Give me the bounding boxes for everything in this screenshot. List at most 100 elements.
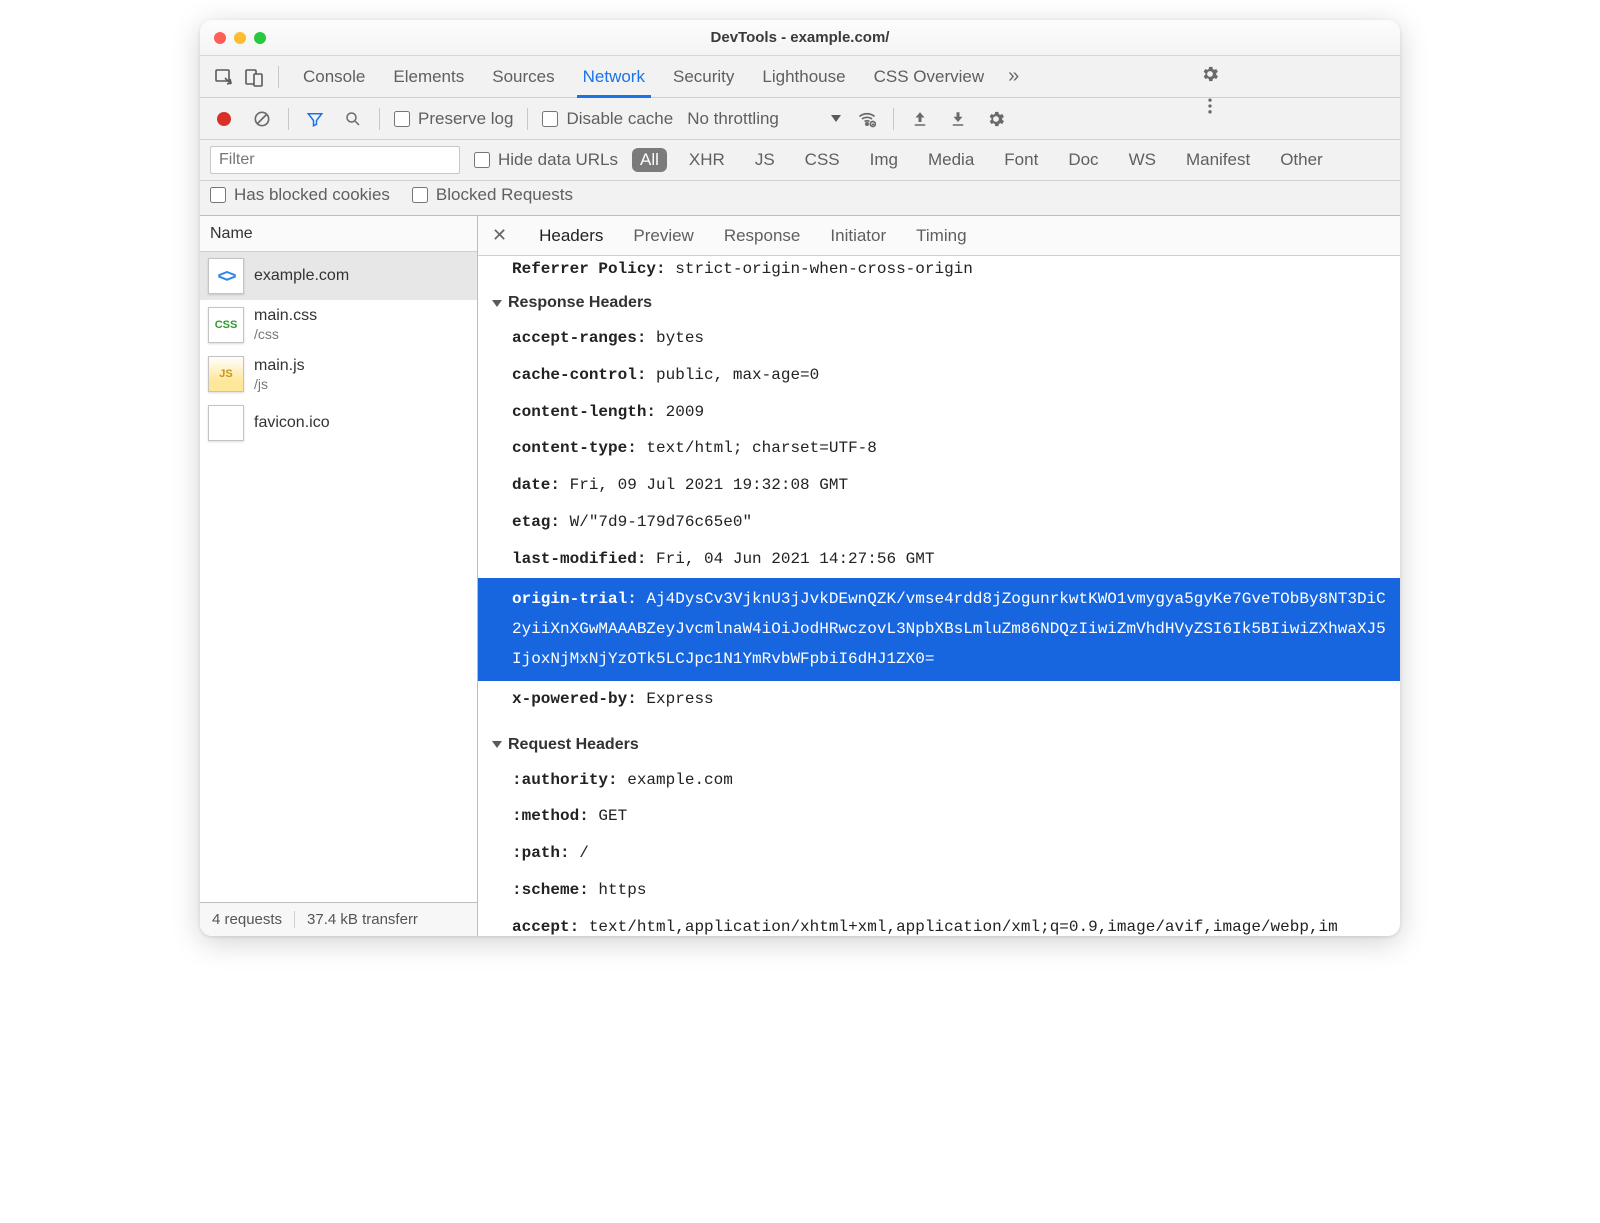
download-har-icon[interactable] xyxy=(946,107,970,131)
filter-type-js[interactable]: JS xyxy=(747,148,783,172)
header-key: cache-control: xyxy=(512,366,646,384)
panel-tab-console[interactable]: Console xyxy=(289,56,379,98)
filter-type-font[interactable]: Font xyxy=(996,148,1046,172)
request-path: /js xyxy=(254,376,305,394)
request-path: /css xyxy=(254,326,317,344)
filter-type-css[interactable]: CSS xyxy=(797,148,848,172)
header-row[interactable]: :path: / xyxy=(478,835,1400,872)
filter-type-manifest[interactable]: Manifest xyxy=(1178,148,1258,172)
disable-cache-checkbox[interactable]: Disable cache xyxy=(542,109,673,129)
request-row[interactable]: favicon.ico xyxy=(200,399,477,447)
request-row[interactable]: <>example.com xyxy=(200,252,477,300)
split-view: Name <>example.com CSS main.css/css JS main.… xyxy=(200,216,1400,936)
header-value: bytes xyxy=(646,329,704,347)
header-key: x-powered-by: xyxy=(512,690,637,708)
filter-type-media[interactable]: Media xyxy=(920,148,982,172)
header-value: https xyxy=(589,881,647,899)
detail-tab-preview[interactable]: Preview xyxy=(631,216,695,256)
header-row[interactable]: content-length: 2009 xyxy=(478,394,1400,431)
detail-tab-initiator[interactable]: Initiator xyxy=(828,216,888,256)
header-row[interactable]: :scheme: https xyxy=(478,872,1400,909)
detail-tab-headers[interactable]: Headers xyxy=(537,216,605,256)
header-row[interactable]: origin-trial: Aj4DysCv3VjknU3jJvkDEwnQZK… xyxy=(478,578,1400,681)
header-row[interactable]: :method: GET xyxy=(478,798,1400,835)
header-value: text/html,application/xhtml+xml,applicat… xyxy=(579,918,1338,936)
header-row[interactable]: date: Fri, 09 Jul 2021 19:32:08 GMT xyxy=(478,467,1400,504)
request-row[interactable]: JS main.js/js xyxy=(200,350,477,400)
header-key: etag: xyxy=(512,513,560,531)
devtools-window: DevTools - example.com/ ConsoleElementsS… xyxy=(200,20,1400,936)
header-row[interactable]: accept: text/html,application/xhtml+xml,… xyxy=(478,909,1400,936)
css-file-icon: CSS xyxy=(208,307,244,343)
filter-type-doc[interactable]: Doc xyxy=(1060,148,1106,172)
record-button[interactable] xyxy=(212,107,236,131)
network-conditions-icon[interactable] xyxy=(855,107,879,131)
throttling-dropdown[interactable]: No throttling xyxy=(687,109,841,129)
referrer-policy-row: Referrer Policy: strict-origin-when-cros… xyxy=(478,256,1400,286)
clear-button[interactable] xyxy=(250,107,274,131)
filter-type-ws[interactable]: WS xyxy=(1121,148,1164,172)
detail-tabstrip: ✕ Headers Preview Response Initiator Timing xyxy=(478,216,1400,256)
filter-row-2: Has blocked cookies Blocked Requests xyxy=(200,181,1400,216)
detail-tab-timing[interactable]: Timing xyxy=(914,216,968,256)
header-key: content-type: xyxy=(512,439,637,457)
close-details-icon[interactable]: ✕ xyxy=(492,225,511,246)
js-file-icon: JS xyxy=(208,356,244,392)
header-value: Fri, 04 Jun 2021 14:27:56 GMT xyxy=(646,550,934,568)
header-value: Fri, 09 Jul 2021 19:32:08 GMT xyxy=(560,476,848,494)
header-value: / xyxy=(570,844,589,862)
panel-tab-security[interactable]: Security xyxy=(659,56,748,98)
maximize-window-icon[interactable] xyxy=(254,32,266,44)
panel-tab-elements[interactable]: Elements xyxy=(379,56,478,98)
has-blocked-cookies-checkbox[interactable]: Has blocked cookies xyxy=(210,185,390,205)
filter-type-img[interactable]: Img xyxy=(862,148,906,172)
minimize-window-icon[interactable] xyxy=(234,32,246,44)
header-row[interactable]: cache-control: public, max-age=0 xyxy=(478,357,1400,394)
details-panel: ✕ HeadersPreviewResponseInitiatorTiming … xyxy=(478,216,1400,936)
column-header-name[interactable]: Name xyxy=(200,216,477,252)
filter-input[interactable] xyxy=(210,146,460,174)
panel-tab-network[interactable]: Network xyxy=(569,56,659,98)
header-key: date: xyxy=(512,476,560,494)
header-key: :scheme: xyxy=(512,881,589,899)
filter-type-all[interactable]: All xyxy=(632,148,667,172)
header-row[interactable]: accept-ranges: bytes xyxy=(478,320,1400,357)
request-row[interactable]: CSS main.css/css xyxy=(200,300,477,350)
header-row[interactable]: :authority: example.com xyxy=(478,762,1400,799)
more-tabs-icon[interactable]: » xyxy=(1000,65,1027,88)
request-name: main.js xyxy=(254,356,305,376)
header-value: Express xyxy=(637,690,714,708)
blocked-requests-checkbox[interactable]: Blocked Requests xyxy=(412,185,573,205)
hide-data-urls-checkbox[interactable]: Hide data URLs xyxy=(474,150,618,170)
preserve-log-checkbox[interactable]: Preserve log xyxy=(394,109,513,129)
header-row[interactable]: x-powered-by: Express xyxy=(478,681,1400,718)
header-value: W/"7d9-179d76c65e0" xyxy=(560,513,752,531)
panel-settings-gear-icon[interactable] xyxy=(984,107,1008,131)
panel-tab-sources[interactable]: Sources xyxy=(478,56,568,98)
search-icon[interactable] xyxy=(341,107,365,131)
upload-har-icon[interactable] xyxy=(908,107,932,131)
header-row[interactable]: content-type: text/html; charset=UTF-8 xyxy=(478,430,1400,467)
detail-body[interactable]: Referrer Policy: strict-origin-when-cros… xyxy=(478,256,1400,936)
panel-tab-css-overview[interactable]: CSS Overview xyxy=(860,56,999,98)
disable-cache-label: Disable cache xyxy=(566,109,673,129)
request-headers-section[interactable]: Request Headers xyxy=(478,728,1400,762)
response-headers-section[interactable]: Response Headers xyxy=(478,286,1400,320)
filter-type-other[interactable]: Other xyxy=(1272,148,1331,172)
header-key: accept: xyxy=(512,918,579,936)
header-value: Aj4DysCv3VjknU3jJvkDEwnQZK/vmse4rdd8jZog… xyxy=(512,590,1386,669)
filter-icon[interactable] xyxy=(303,107,327,131)
detail-tab-response[interactable]: Response xyxy=(722,216,803,256)
header-value: 2009 xyxy=(656,403,704,421)
header-row[interactable]: etag: W/"7d9-179d76c65e0" xyxy=(478,504,1400,541)
hide-data-urls-label: Hide data URLs xyxy=(498,150,618,170)
request-name: main.css xyxy=(254,306,317,326)
panel-tab-lighthouse[interactable]: Lighthouse xyxy=(748,56,859,98)
request-list-panel: Name <>example.com CSS main.css/css JS main.… xyxy=(200,216,478,936)
close-window-icon[interactable] xyxy=(214,32,226,44)
filter-type-xhr[interactable]: XHR xyxy=(681,148,733,172)
inspect-element-icon[interactable] xyxy=(210,63,238,91)
settings-gear-icon[interactable] xyxy=(1196,60,1224,88)
header-row[interactable]: last-modified: Fri, 04 Jun 2021 14:27:56… xyxy=(478,541,1400,578)
device-toolbar-icon[interactable] xyxy=(240,63,268,91)
